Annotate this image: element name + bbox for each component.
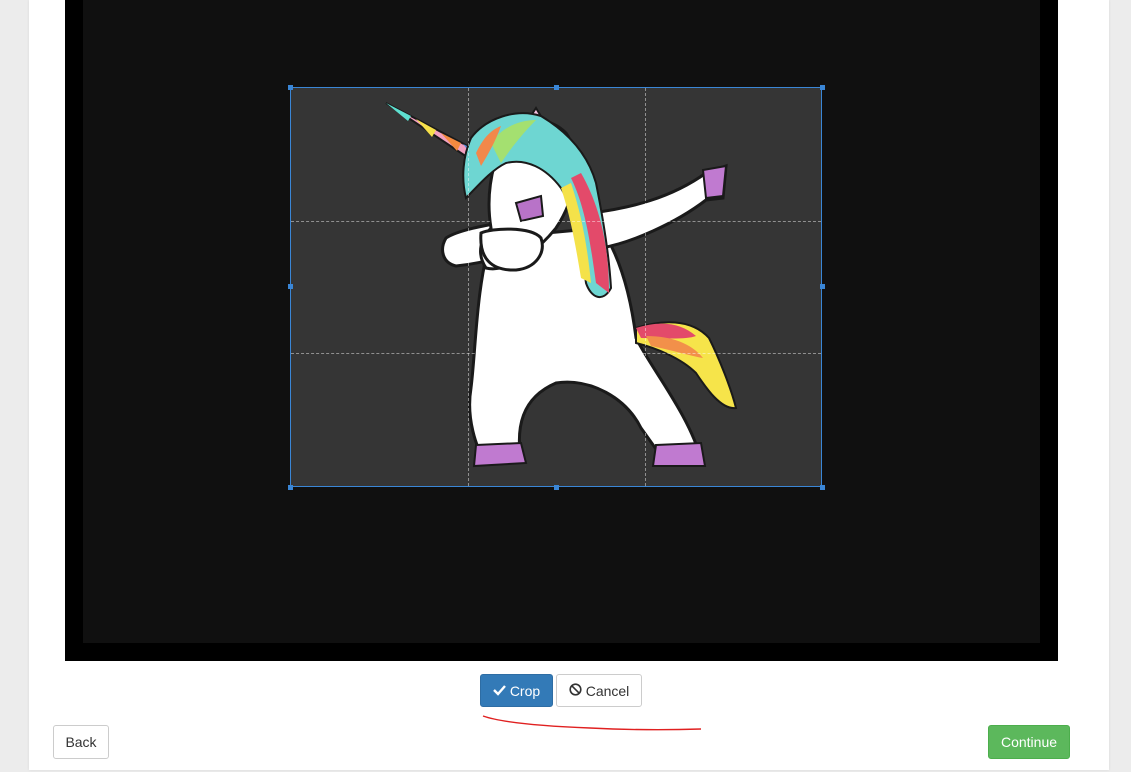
- grid-line: [468, 88, 469, 486]
- cancel-button-label: Cancel: [585, 682, 630, 699]
- crop-handle-ne[interactable]: [820, 85, 825, 90]
- continue-button[interactable]: Continue: [988, 725, 1070, 759]
- check-icon: [492, 683, 506, 699]
- ban-icon: [569, 682, 582, 699]
- crop-handle-e[interactable]: [820, 284, 825, 289]
- crop-button[interactable]: Crop: [480, 674, 553, 707]
- crop-button-label: Crop: [509, 682, 541, 699]
- grid-line: [645, 88, 646, 486]
- crop-handle-w[interactable]: [288, 284, 293, 289]
- back-button-label: Back: [65, 734, 97, 750]
- grid-line: [291, 353, 821, 354]
- crop-handle-s[interactable]: [554, 485, 559, 490]
- unicorn-image: [385, 102, 738, 468]
- crop-handle-sw[interactable]: [288, 485, 293, 490]
- crop-handle-se[interactable]: [820, 485, 825, 490]
- annotation-underline: [482, 715, 702, 731]
- continue-button-label: Continue: [1000, 734, 1058, 750]
- cancel-button[interactable]: Cancel: [556, 674, 642, 707]
- crop-handle-n[interactable]: [554, 85, 559, 90]
- crop-selection-box[interactable]: [290, 87, 822, 487]
- grid-line: [291, 221, 821, 222]
- back-button[interactable]: Back: [53, 725, 109, 759]
- crop-handle-nw[interactable]: [288, 85, 293, 90]
